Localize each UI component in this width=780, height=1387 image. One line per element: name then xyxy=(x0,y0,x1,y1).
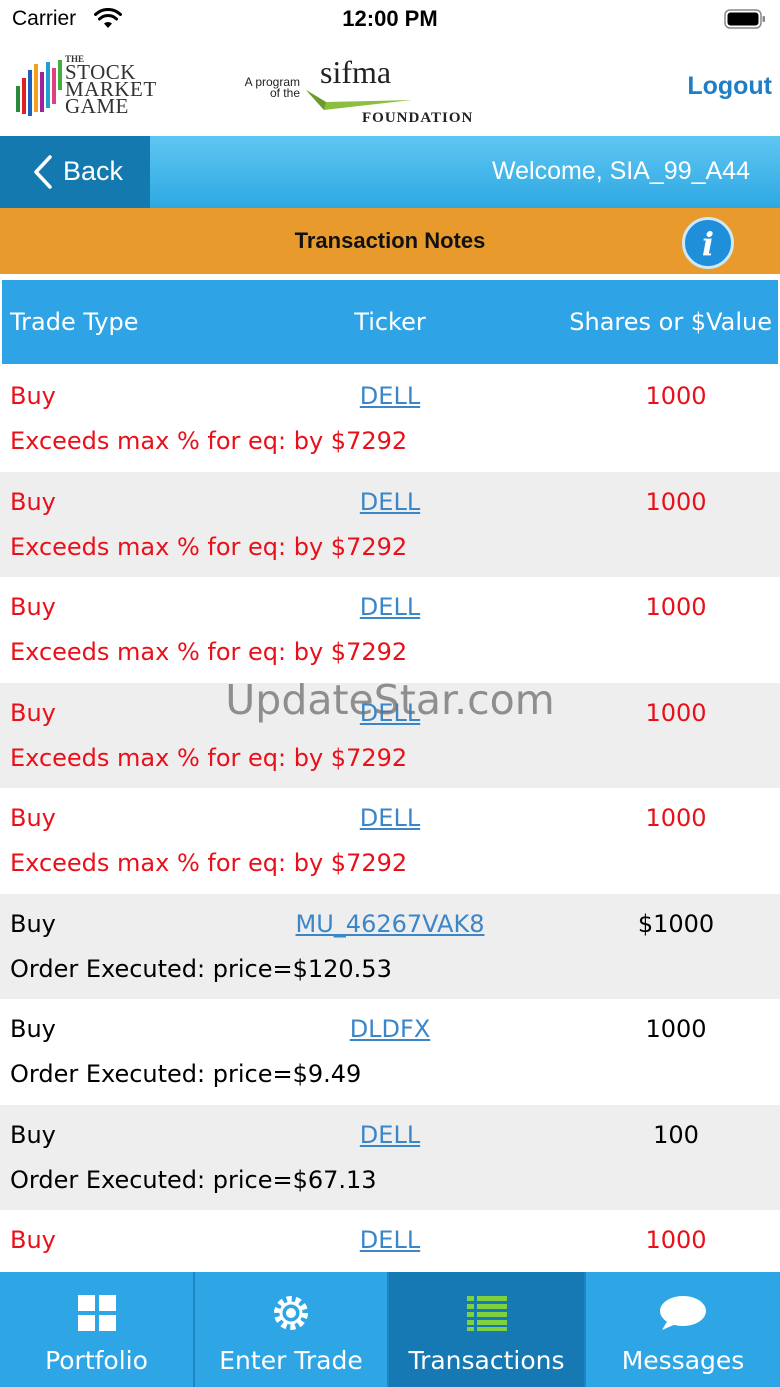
table-header: Trade Type Ticker Shares or $Value xyxy=(2,280,778,364)
info-button[interactable]: i xyxy=(682,217,734,269)
table-row: Buy DELL 1000 Exceeds max % for eq: by $729… xyxy=(0,471,780,577)
chat-bubble-icon xyxy=(660,1296,706,1330)
shares-cell: 1000 xyxy=(645,804,707,832)
stock-market-game-wordmark: THE STOCK MARKET GAME xyxy=(65,54,157,118)
shares-cell: 1000 xyxy=(645,593,707,621)
shares-cell: 1000 xyxy=(645,1015,707,1043)
transaction-note: Order Executed: price=$9.49 xyxy=(10,1060,362,1088)
transaction-note: Order Executed: price=$120.53 xyxy=(10,954,392,983)
transaction-note: Exceeds max % for eq: by $7292 xyxy=(10,532,408,561)
shares-cell: 1000 xyxy=(645,382,707,410)
tab-bar: Portfolio Enter Trade Transactions Messa… xyxy=(0,1272,780,1387)
table-row: Buy DELL 1000 xyxy=(0,1210,780,1271)
gear-icon xyxy=(274,1296,308,1330)
ticker-link[interactable]: DELL xyxy=(360,1226,420,1254)
ticker-link[interactable]: DLDFX xyxy=(350,1015,431,1043)
title-bar: Transaction Notes i xyxy=(0,208,780,274)
column-header-shares: Shares or $Value xyxy=(569,308,772,336)
foundation-text: FOUNDATION xyxy=(362,110,474,126)
grid-icon xyxy=(78,1295,116,1331)
table-row: Buy MU_46267VAK8 $1000 Order Executed: pric… xyxy=(0,893,780,999)
program-of-the-text: A program of the xyxy=(244,75,300,100)
table-row: Buy DELL 1000 Exceeds max % for eq: by $729… xyxy=(0,577,780,683)
shares-cell: $1000 xyxy=(637,909,715,938)
welcome-text: Welcome, SIA_99_A44 xyxy=(491,157,750,185)
ticker-link[interactable]: DELL xyxy=(360,1121,420,1149)
tab-messages-label: Messages xyxy=(621,1346,745,1375)
ticker-link[interactable]: DELL xyxy=(360,488,420,516)
status-bar: Carrier 12:00 PM xyxy=(0,0,780,40)
page-title: Transaction Notes xyxy=(294,228,486,253)
table-row: Buy DELL 1000 Exceeds max % for eq: by $729… xyxy=(0,366,780,472)
transaction-note: Exceeds max % for eq: by $7292 xyxy=(10,427,408,455)
ticker-link[interactable]: DELL xyxy=(360,382,420,410)
logo-header: THE STOCK MARKET GAME A program of the s… xyxy=(0,40,780,136)
table-row: Buy DELL 100 Order Executed: price=$67.13 xyxy=(0,1104,780,1210)
tab-enter-trade-label: Enter Trade xyxy=(219,1346,363,1375)
shares-cell: 100 xyxy=(653,1120,699,1149)
nav-bar: Back Welcome, SIA_99_A44 xyxy=(0,136,780,208)
tab-transactions-label: Transactions xyxy=(408,1346,565,1375)
info-icon: i xyxy=(701,225,715,263)
logout-button[interactable]: Logout xyxy=(687,72,772,101)
tab-messages[interactable]: Messages xyxy=(586,1272,780,1387)
ticker-link[interactable]: DELL xyxy=(360,804,420,832)
tab-transactions[interactable]: Transactions xyxy=(389,1272,584,1387)
stock-market-game-logo-icon xyxy=(16,60,62,116)
transaction-note: Exceeds max % for eq: by $7292 xyxy=(10,743,408,772)
table-row: Buy DELL 1000 Exceeds max % for eq: by $729… xyxy=(0,788,780,894)
chevron-left-icon xyxy=(34,155,52,189)
tab-enter-trade[interactable]: Enter Trade xyxy=(195,1272,387,1387)
transaction-note: Exceeds max % for eq: by $7292 xyxy=(10,849,408,877)
ticker-link[interactable]: DELL xyxy=(360,593,420,621)
transaction-note: Exceeds max % for eq: by $7292 xyxy=(10,638,408,666)
shares-cell: 1000 xyxy=(645,487,707,516)
clock: 12:00 PM xyxy=(342,6,438,31)
transaction-note: Order Executed: price=$67.13 xyxy=(10,1165,377,1194)
transactions-list[interactable]: Buy DELL 1000 Exceeds max % for eq: by $729… xyxy=(0,366,780,1271)
sifma-logo-text: sifma xyxy=(320,54,392,90)
ticker-link[interactable]: MU_46267VAK8 xyxy=(296,910,485,938)
tab-portfolio[interactable]: Portfolio xyxy=(0,1272,193,1387)
battery-icon xyxy=(724,9,765,29)
back-label: Back xyxy=(63,156,124,186)
tab-portfolio-label: Portfolio xyxy=(45,1346,148,1375)
back-button[interactable]: Back xyxy=(0,136,150,208)
watermark: UpdateStar.com xyxy=(225,676,555,724)
list-icon xyxy=(467,1296,507,1331)
table-row: Buy DLDFX 1000 Order Executed: price=$9.49 xyxy=(0,999,780,1105)
shares-cell: 1000 xyxy=(645,1226,707,1254)
